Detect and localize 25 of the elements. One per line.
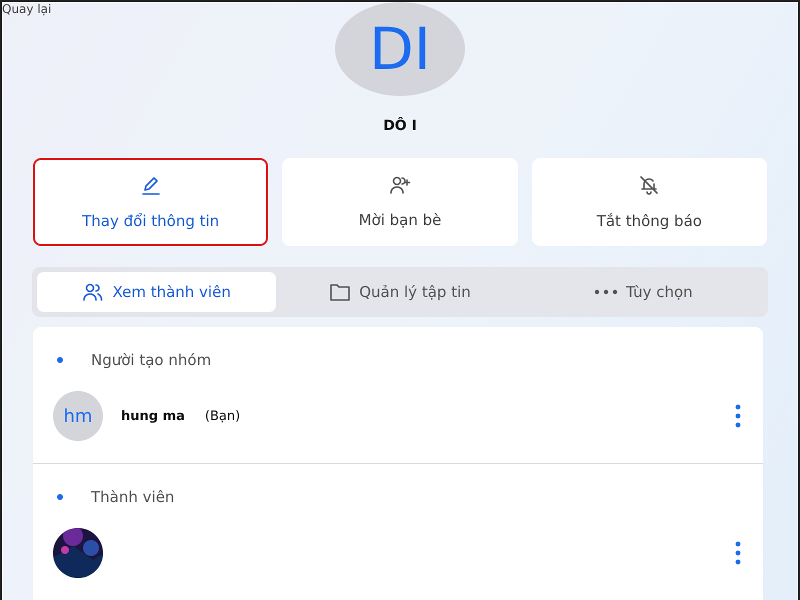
group-name: DÔ I: [383, 118, 417, 134]
bell-off-icon: [638, 174, 660, 196]
kebab-icon: [735, 404, 741, 428]
tab[interactable]: Tùy chọn: [524, 272, 763, 312]
section-title: Thành viên: [91, 488, 174, 506]
tab[interactable]: Quản lý tập tin: [280, 272, 520, 312]
member-avatar: hm: [53, 391, 103, 441]
kebab-icon: [735, 541, 741, 565]
more-button[interactable]: [733, 402, 743, 430]
more-icon: [594, 288, 618, 295]
people-icon: [82, 282, 104, 302]
member-name: hung ma: [121, 408, 185, 424]
member-tag: (Bạn): [204, 408, 240, 424]
action-button[interactable]: Thay đổi thông tin: [33, 158, 268, 246]
tab[interactable]: Xem thành viên: [37, 272, 276, 312]
action-button[interactable]: Mời bạn bè: [282, 158, 518, 246]
add-people-icon: [388, 174, 411, 195]
folder-icon: [329, 282, 352, 302]
action-button[interactable]: Tắt thông báo: [532, 158, 767, 246]
more-button[interactable]: [733, 539, 743, 567]
back-link[interactable]: Quay lại: [2, 2, 52, 16]
bullet-icon: [57, 357, 63, 363]
bullet-icon: [57, 494, 63, 500]
group-avatar: DI: [335, 2, 465, 96]
section-title: Người tạo nhóm: [91, 351, 212, 369]
